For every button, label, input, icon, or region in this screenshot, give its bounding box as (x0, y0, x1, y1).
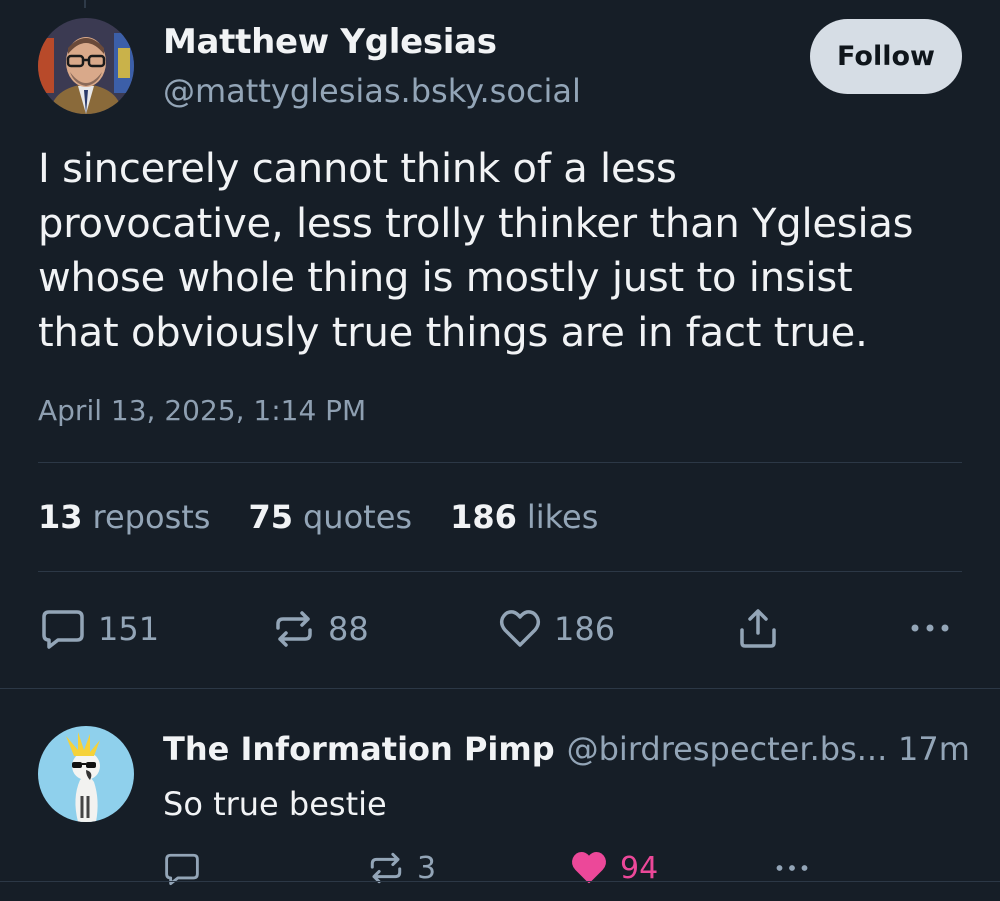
share-button[interactable] (736, 606, 780, 650)
likes-stat[interactable]: 186 likes (450, 498, 598, 536)
likes-count: 186 (450, 498, 517, 536)
repost-button[interactable]: 88 (272, 608, 369, 650)
reply-author-avatar[interactable] (38, 726, 134, 822)
post-text: I sincerely cannot think of a less provo… (38, 142, 978, 360)
reposts-stat[interactable]: 13 reposts (38, 498, 210, 536)
reply-button[interactable]: 151 (40, 608, 159, 650)
repost-count: 88 (328, 610, 369, 648)
reply-count: 151 (98, 610, 160, 648)
reply-text: So true bestie (163, 785, 387, 823)
reply-timestamp[interactable]: 17m (898, 730, 970, 768)
divider (0, 881, 1000, 882)
quotes-stat[interactable]: 75 quotes (248, 498, 412, 536)
more-icon (911, 624, 949, 632)
reply-author-handle[interactable]: @birdrespecter.bs... (567, 730, 888, 768)
post-stats: 13 reposts 75 quotes 186 likes (38, 498, 598, 536)
post-text-line: I sincerely cannot think of a less (38, 146, 677, 192)
thread-line (84, 0, 86, 8)
divider (0, 688, 1000, 689)
reply-author-name[interactable]: The Information Pimp (163, 730, 555, 768)
reposts-count: 13 (38, 498, 83, 536)
repost-icon (276, 611, 312, 647)
likes-label: likes (526, 498, 599, 536)
follow-button[interactable]: Follow (810, 19, 962, 94)
more-options-button[interactable] (908, 616, 952, 640)
heart-icon (499, 610, 541, 647)
like-count: 186 (554, 610, 616, 648)
divider (38, 462, 962, 463)
post-text-line: that obviously true things are in fact t… (38, 309, 868, 356)
avatar-image (38, 726, 134, 822)
reply-icon (42, 610, 84, 649)
post-timestamp: April 13, 2025, 1:14 PM (38, 394, 367, 427)
post-text-line: whose whole thing is mostly just to insi… (38, 255, 853, 301)
author-avatar[interactable] (38, 18, 134, 114)
quotes-label: quotes (302, 498, 413, 536)
more-icon (776, 865, 808, 871)
reposts-label: reposts (92, 498, 211, 536)
quotes-count: 75 (248, 498, 293, 536)
avatar-image (38, 18, 134, 114)
author-handle[interactable]: @mattyglesias.bsky.social (163, 72, 581, 110)
share-icon (740, 609, 776, 648)
post-text-line: provocative, less trolly thinker than Yg… (38, 200, 914, 247)
reply-header: The Information Pimp @birdrespecter.bs..… (163, 730, 887, 768)
author-name[interactable]: Matthew Yglesias (163, 22, 497, 62)
like-button[interactable]: 186 (498, 608, 615, 650)
reply-more-options-button[interactable] (772, 858, 812, 878)
divider (38, 571, 962, 572)
